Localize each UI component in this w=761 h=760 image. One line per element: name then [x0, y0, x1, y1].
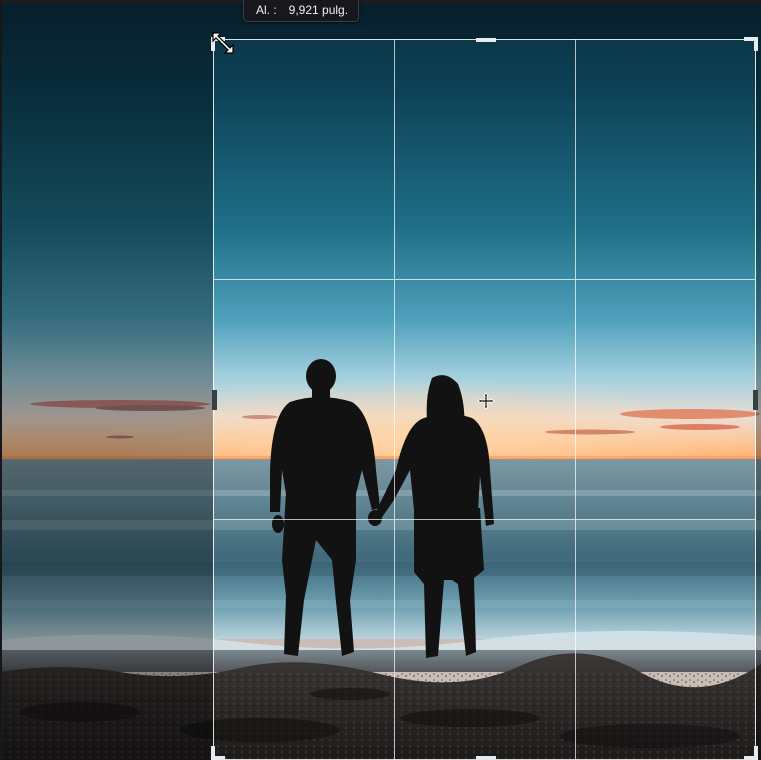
- move-cursor-icon: [477, 392, 495, 410]
- dimension-tooltip: Al. : 9,921 pulg.: [243, 0, 360, 22]
- diagonal-resize-icon: [212, 32, 234, 54]
- crop-handle-bottom-left[interactable]: [211, 746, 225, 760]
- crop-handle-left[interactable]: [212, 390, 217, 410]
- canvas-edge: [0, 0, 2, 760]
- grid-line-vertical-1: [394, 39, 395, 760]
- crop-handle-bottom-right[interactable]: [744, 746, 758, 760]
- crop-handle-right[interactable]: [753, 390, 758, 410]
- grid-line-horizontal-1: [213, 279, 756, 280]
- photo-canvas[interactable]: Al. : 9,921 pulg.: [0, 0, 761, 760]
- dimension-label: Al. :: [256, 3, 277, 17]
- crop-handle-top-right[interactable]: [744, 37, 758, 51]
- dimension-value: 9,921 pulg.: [288, 3, 349, 17]
- grid-line-vertical-2: [575, 39, 576, 760]
- crop-handle-top[interactable]: [476, 38, 496, 42]
- grid-line-horizontal-2: [213, 519, 756, 520]
- crop-handle-bottom[interactable]: [476, 756, 496, 760]
